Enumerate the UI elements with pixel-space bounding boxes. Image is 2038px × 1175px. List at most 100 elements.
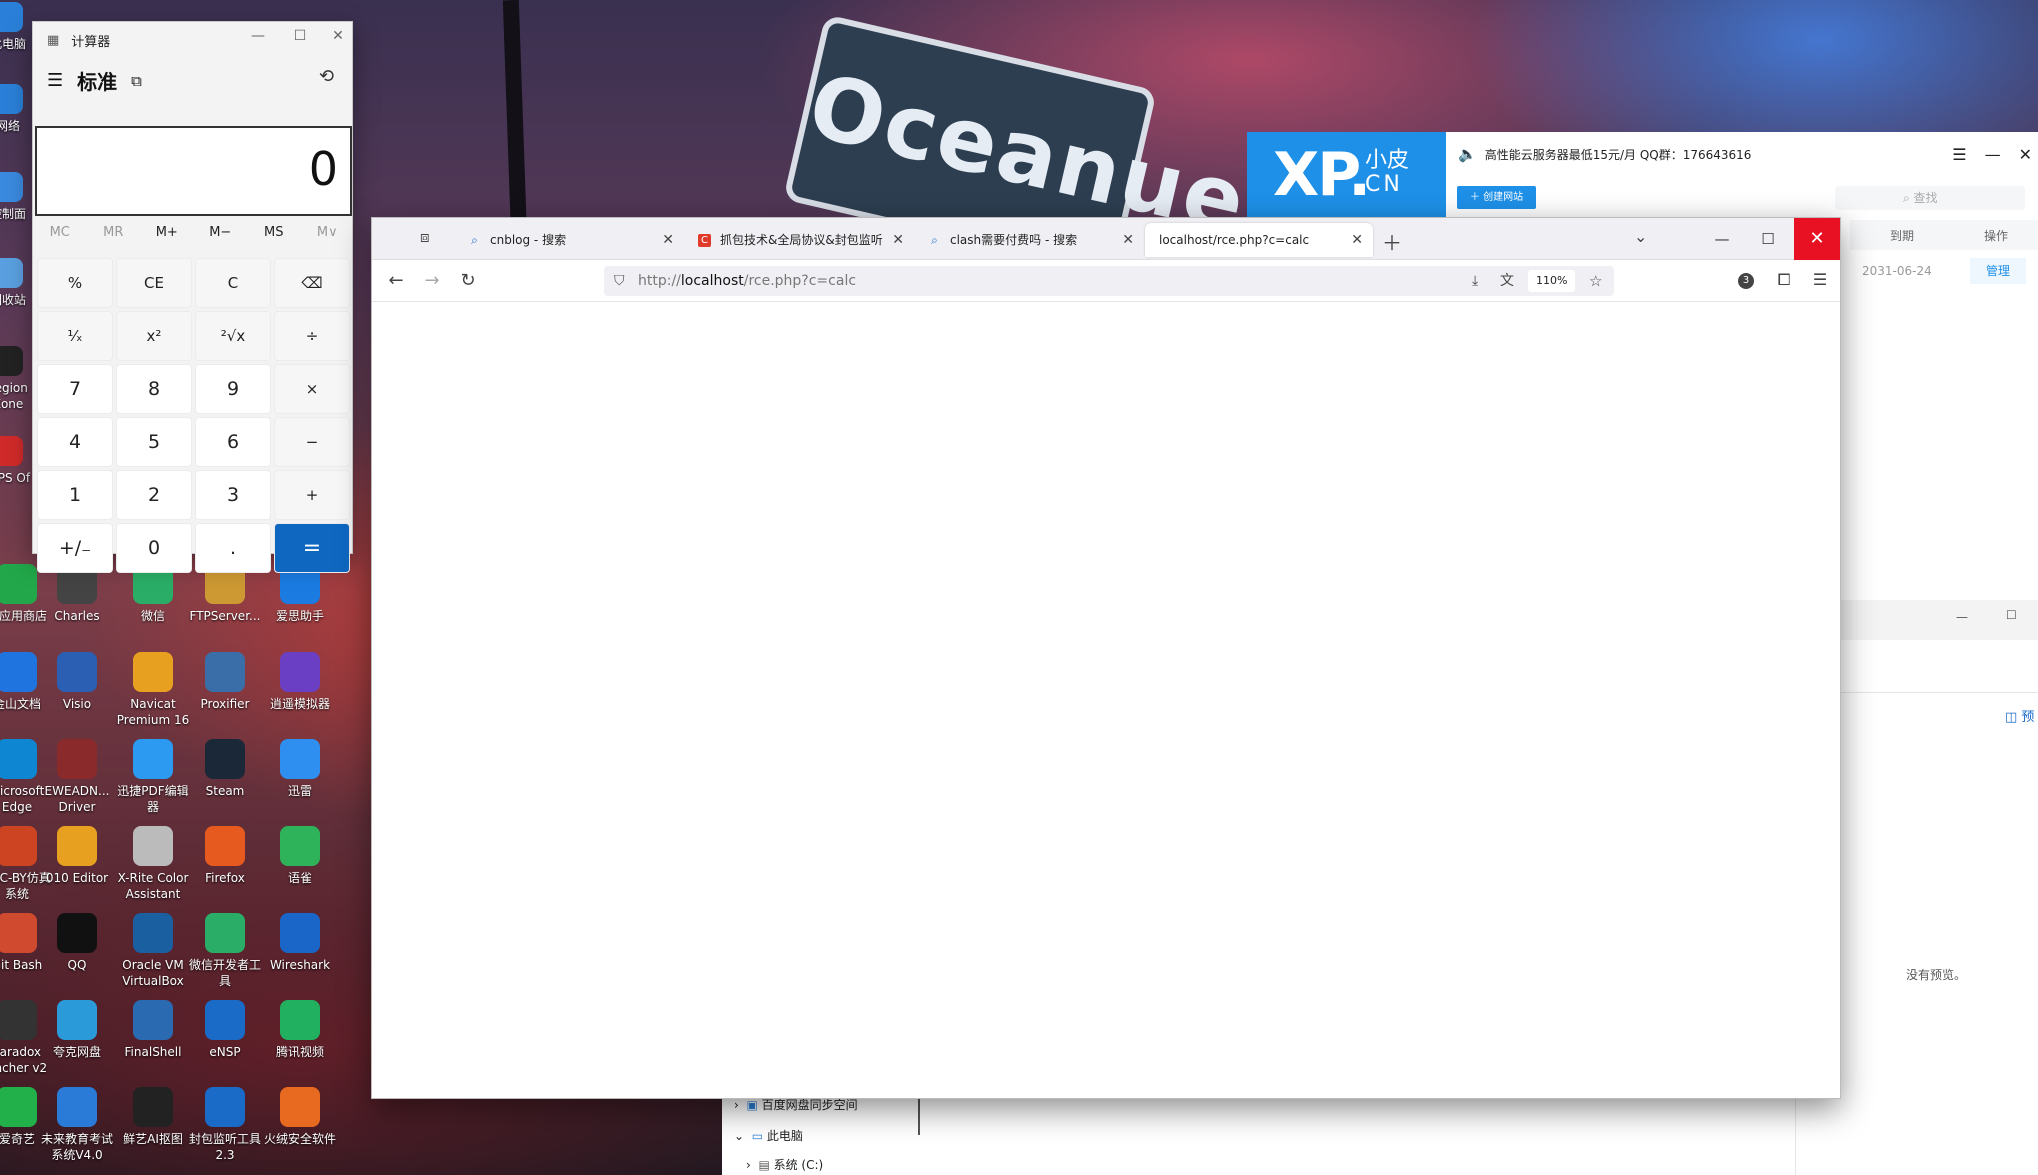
new-tab-icon[interactable]: ＋: [1382, 227, 1402, 256]
calc-key[interactable]: 2: [116, 470, 192, 520]
minimize-icon[interactable]: —: [1702, 218, 1742, 260]
page-content[interactable]: [372, 302, 1840, 1098]
desktop-icon[interactable]: Wireshark: [262, 913, 338, 973]
calc-key[interactable]: ⌫: [274, 258, 350, 308]
desktop-icon[interactable]: 微信开发者工具: [187, 913, 263, 989]
memory-key[interactable]: MC: [35, 225, 85, 240]
close-icon[interactable]: ✕: [2019, 145, 2032, 164]
desktop-icon[interactable]: 语雀: [262, 826, 338, 886]
reload-icon[interactable]: ↻: [456, 270, 480, 291]
desktop-icon[interactable]: 爱思助手: [262, 564, 338, 624]
calc-key[interactable]: +/₋: [37, 523, 113, 573]
desktop-icon[interactable]: Oracle VM VirtualBox: [115, 913, 191, 989]
calc-key[interactable]: CE: [116, 258, 192, 308]
calc-key[interactable]: %: [37, 258, 113, 308]
translate-icon[interactable]: 文: [1500, 266, 1514, 296]
star-icon[interactable]: ☆: [1589, 266, 1602, 296]
minimize-icon[interactable]: —: [1956, 610, 1968, 624]
memory-key[interactable]: MS: [249, 225, 299, 240]
calc-key[interactable]: 7: [37, 364, 113, 414]
calc-key[interactable]: C: [195, 258, 271, 308]
zoom-level[interactable]: 110%: [1528, 270, 1576, 292]
calc-key[interactable]: ×: [274, 364, 350, 414]
desktop-icon[interactable]: FTPServer...: [187, 564, 263, 624]
desktop-icon[interactable]: 迅雷: [262, 739, 338, 799]
address-bar[interactable]: ⛉ http://localhost/rce.php?c=calc ⤓ 文 11…: [604, 266, 1614, 296]
desktop-icon[interactable]: QQ: [39, 913, 115, 973]
calc-key[interactable]: 1: [37, 470, 113, 520]
forward-icon[interactable]: →: [420, 270, 444, 291]
desktop-icon[interactable]: EWEADN... Driver: [39, 739, 115, 815]
calc-key[interactable]: x²: [116, 311, 192, 361]
desktop-icon-control-panel[interactable]: 控制面: [0, 172, 36, 222]
create-site-button[interactable]: ＋ 创建网站: [1457, 186, 1536, 209]
minimize-icon[interactable]: —: [1985, 145, 2001, 164]
desktop-icon[interactable]: 010 Editor: [39, 826, 115, 886]
maximize-icon[interactable]: ☐: [2006, 608, 2017, 622]
memory-key[interactable]: M+: [142, 225, 192, 240]
install-app-icon[interactable]: ⤓: [1472, 266, 1478, 296]
desktop-icon[interactable]: Firefox: [187, 826, 263, 886]
close-icon[interactable]: ✕: [1351, 223, 1363, 257]
close-icon[interactable]: ✕: [323, 28, 353, 44]
desktop-icon[interactable]: 腾讯视频: [262, 1000, 338, 1060]
desktop-icon-legion-zone[interactable]: Legion Zone: [0, 346, 36, 412]
desktop-icon[interactable]: 逍遥模拟器: [262, 652, 338, 712]
desktop-icon[interactable]: 迅捷PDF编辑器: [115, 739, 191, 815]
minimize-icon[interactable]: —: [243, 28, 273, 44]
window-close-button[interactable]: ✕: [1794, 218, 1840, 260]
desktop-icon[interactable]: X-Rite Color Assistant: [115, 826, 191, 902]
keep-on-top-icon[interactable]: ⧉: [131, 72, 142, 90]
preview-pane-icon[interactable]: ◫ 预: [2005, 706, 2034, 725]
desktop-icon-network[interactable]: 网络: [0, 84, 36, 134]
tab-cnblog[interactable]: ⌕ cnblog - 搜索 ✕: [454, 223, 684, 257]
calc-key[interactable]: 6: [195, 417, 271, 467]
desktop-icon[interactable]: Proxifier: [187, 652, 263, 712]
desktop-icon[interactable]: 微信: [115, 564, 191, 624]
extension-badge[interactable]: 3: [1738, 273, 1754, 289]
desktop-icon[interactable]: Navicat Premium 16: [115, 652, 191, 728]
calc-key[interactable]: 3: [195, 470, 271, 520]
calc-key[interactable]: ¹⁄ₓ: [37, 311, 113, 361]
calc-key[interactable]: ²√x: [195, 311, 271, 361]
tab-actions-icon[interactable]: ⧈: [420, 228, 430, 246]
desktop-icon[interactable]: Steam: [187, 739, 263, 799]
menu-icon[interactable]: ☰: [1808, 270, 1832, 289]
memory-key[interactable]: M∨: [302, 225, 352, 240]
calc-key[interactable]: 0: [116, 523, 192, 573]
memory-key[interactable]: MR: [88, 225, 138, 240]
calc-key[interactable]: 9: [195, 364, 271, 414]
close-icon[interactable]: ✕: [662, 223, 674, 257]
tab-packet-capture[interactable]: C 抓包技术&全局协议&封包监听 ✕: [684, 223, 914, 257]
maximize-icon[interactable]: ☐: [285, 28, 315, 44]
calc-key[interactable]: ÷: [274, 311, 350, 361]
desktop-icon[interactable]: 火绒安全软件: [262, 1087, 338, 1147]
desktop-icon[interactable]: Charles: [39, 564, 115, 624]
desktop-icon[interactable]: 未来教育考试系统V4.0: [39, 1087, 115, 1163]
desktop-icon[interactable]: 夸克网盘: [39, 1000, 115, 1060]
tab-localhost[interactable]: localhost/rce.php?c=calc ✕: [1145, 223, 1373, 257]
history-icon[interactable]: ⟲: [319, 66, 334, 87]
menu-icon[interactable]: ☰: [1952, 145, 1966, 164]
calc-key[interactable]: +: [274, 470, 350, 520]
tree-item-c-drive[interactable]: › ▤ 系统 (C:): [746, 1156, 823, 1173]
close-icon[interactable]: ✕: [892, 223, 904, 257]
calc-key[interactable]: 8: [116, 364, 192, 414]
manage-button[interactable]: 管理: [1970, 258, 2026, 284]
back-icon[interactable]: ←: [384, 270, 408, 291]
close-icon[interactable]: ✕: [1122, 223, 1134, 257]
calc-key[interactable]: =: [274, 523, 350, 573]
maximize-icon[interactable]: ☐: [1748, 218, 1788, 260]
desktop-icon[interactable]: 封包监听工具2.3: [187, 1087, 263, 1163]
desktop-icon-this-pc[interactable]: 此电脑: [0, 2, 36, 52]
tree-item-this-pc[interactable]: ⌄ ▭ 此电脑: [734, 1127, 803, 1144]
desktop-icon[interactable]: eNSP: [187, 1000, 263, 1060]
extensions-icon[interactable]: ⧠: [1772, 270, 1796, 290]
desktop-icon-wps[interactable]: WPS Of: [0, 436, 36, 486]
site-info-icon[interactable]: ⛉: [614, 266, 625, 296]
desktop-icon[interactable]: FinalShell: [115, 1000, 191, 1060]
calc-key[interactable]: −: [274, 417, 350, 467]
desktop-icon-recycle-bin[interactable]: 回收站: [0, 258, 36, 308]
search-input[interactable]: ⌕ 查找: [1835, 186, 2025, 210]
tab-clash[interactable]: ⌕ clash需要付费吗 - 搜索 ✕: [914, 223, 1144, 257]
